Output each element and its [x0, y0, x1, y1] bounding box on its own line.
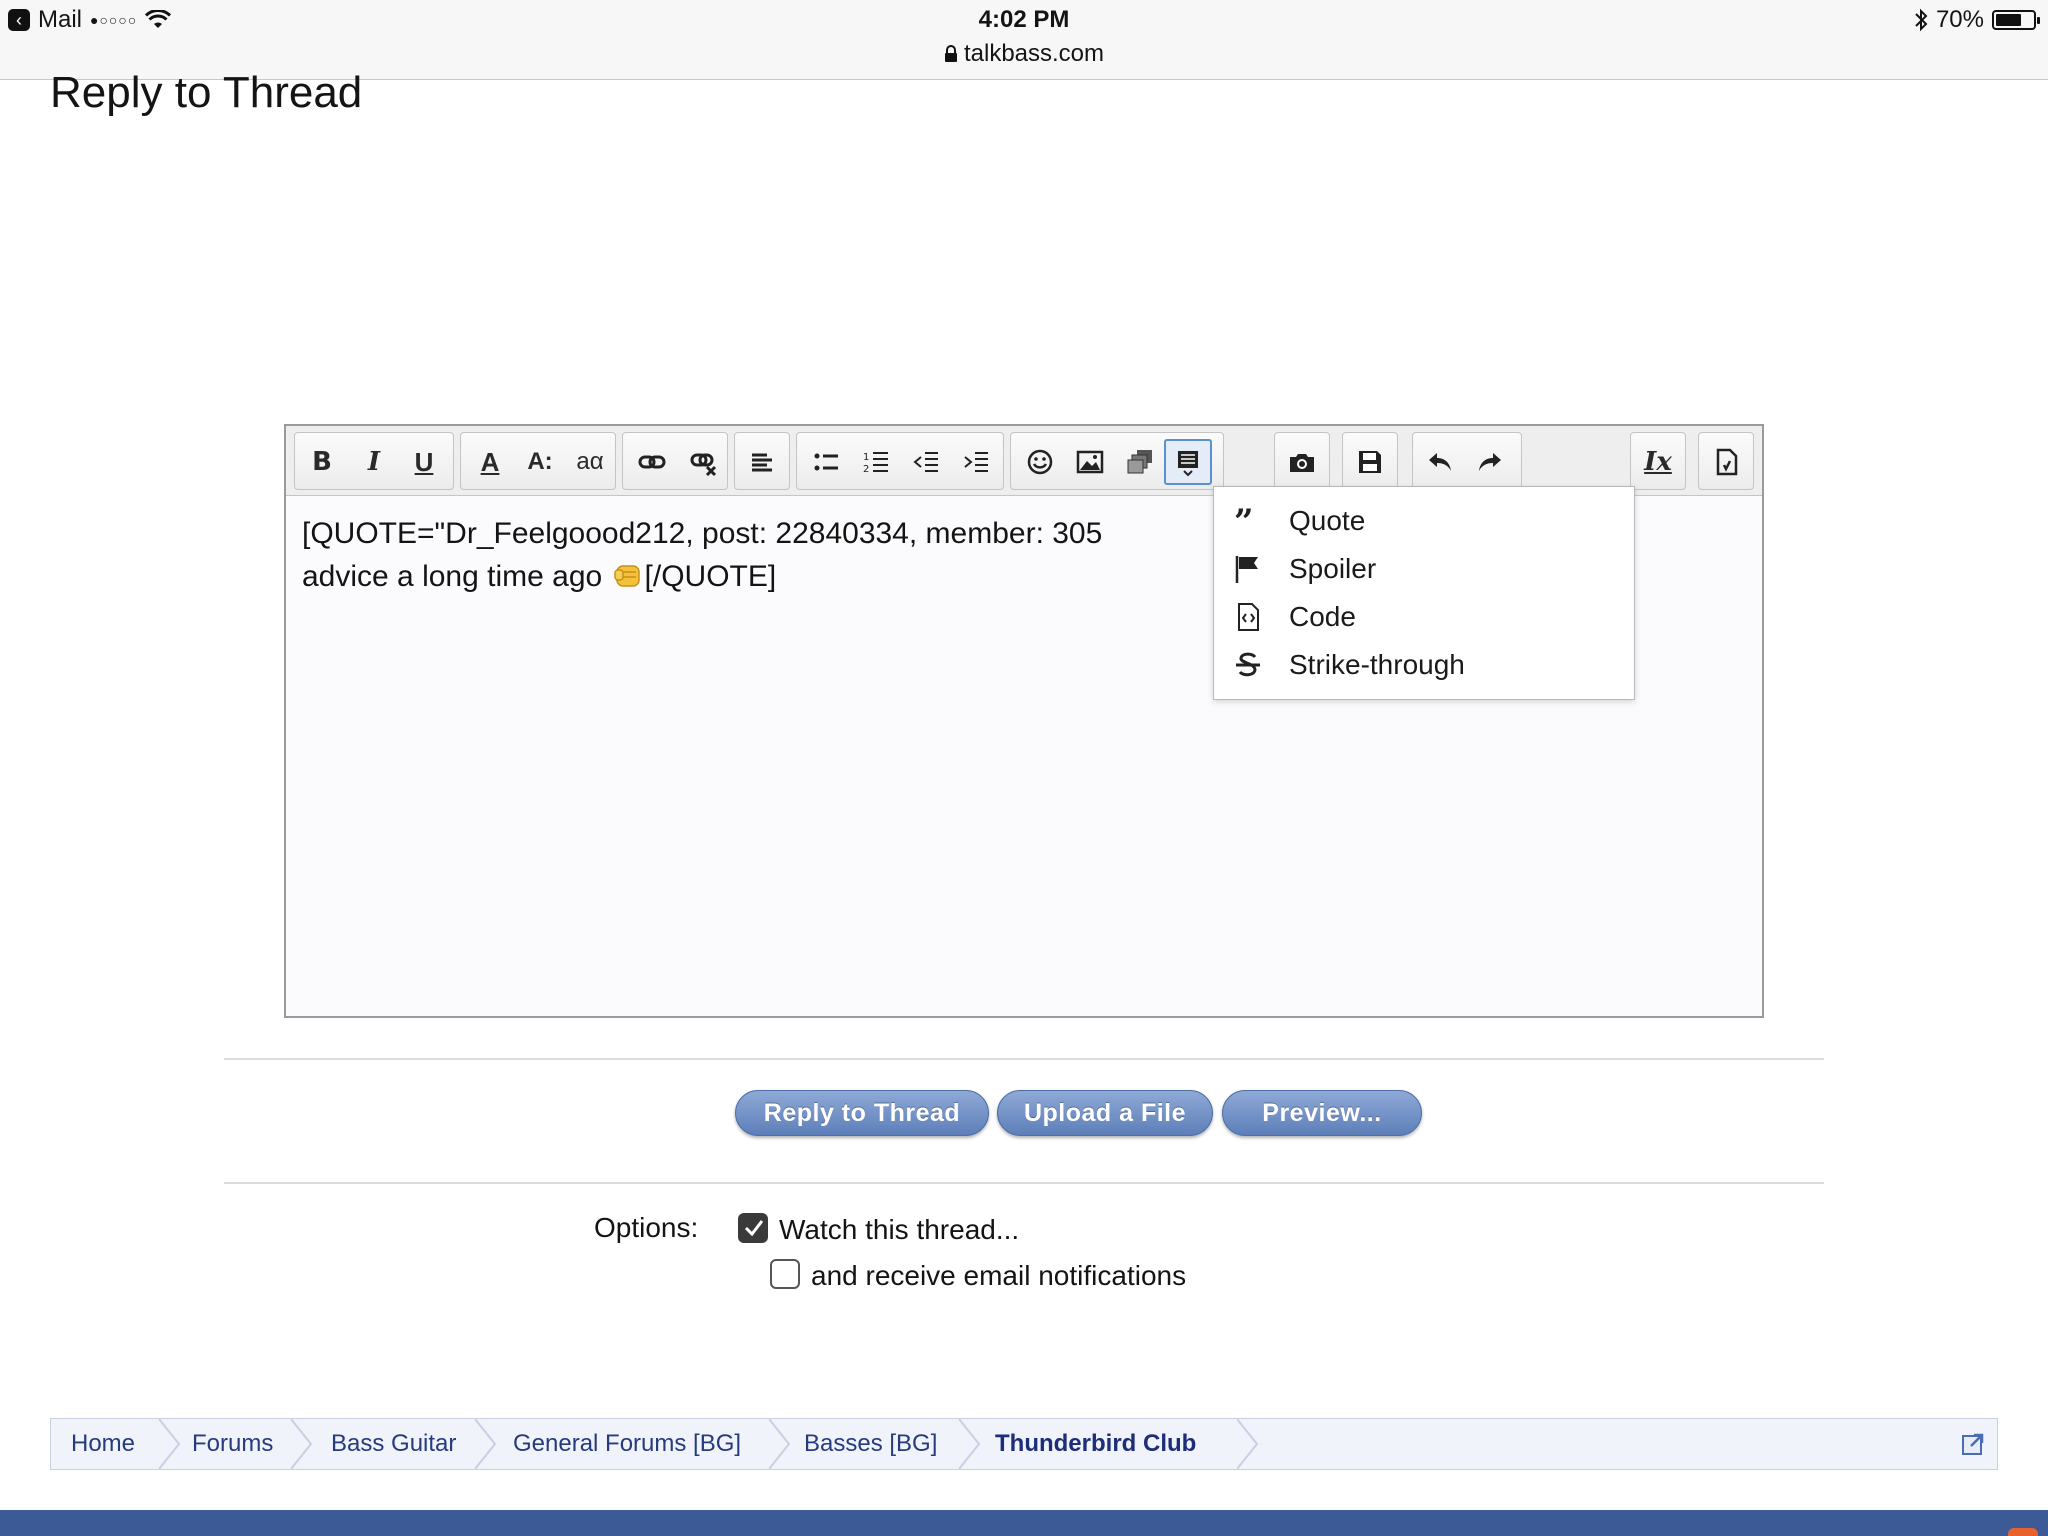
- numbered-list-icon: 12: [863, 452, 888, 475]
- italic-button[interactable]: I: [350, 439, 398, 485]
- svg-text:2: 2: [863, 464, 869, 475]
- redo-icon: [1479, 453, 1501, 471]
- page-title: Reply to Thread: [50, 68, 363, 117]
- footer-badge: [2008, 1528, 2038, 1536]
- menu-item-label: Strike-through: [1289, 649, 1465, 680]
- breadcrumb-forums[interactable]: Forums: [192, 1419, 273, 1469]
- media-icon: [1127, 450, 1152, 474]
- breadcrumb: Home Forums Bass Guitar General Forums […: [50, 1418, 1998, 1470]
- breadcrumb-separator: [475, 1419, 497, 1469]
- bluetooth-icon: [1915, 8, 1928, 32]
- menu-item-quote[interactable]: ” Quote: [1214, 497, 1634, 545]
- underline-button[interactable]: U: [400, 439, 448, 485]
- unlink-icon: [690, 453, 717, 477]
- link-icon: [638, 455, 666, 469]
- divider-top: [224, 1058, 1824, 1060]
- insert-menu-button[interactable]: [1164, 439, 1212, 485]
- external-link-icon[interactable]: [1961, 1432, 1985, 1456]
- options-label: Options:: [594, 1212, 699, 1243]
- menu-item-label: Quote: [1289, 505, 1366, 536]
- insert-menu-icon: [1178, 451, 1198, 477]
- remove-format-button[interactable]: Ix: [1634, 439, 1682, 485]
- numbered-list-button[interactable]: 12: [852, 439, 900, 485]
- breadcrumb-general-forums[interactable]: General Forums [BG]: [513, 1419, 741, 1469]
- menu-item-label: Spoiler: [1289, 553, 1377, 584]
- preview-button[interactable]: Preview...: [1222, 1090, 1422, 1136]
- smilies-button[interactable]: [1016, 439, 1064, 485]
- strikethrough-icon: [1232, 649, 1264, 681]
- breadcrumb-bass-guitar[interactable]: Bass Guitar: [331, 1419, 456, 1469]
- content-text-line2: advice a long time ago: [302, 560, 611, 593]
- content-text-end: [/QUOTE]: [644, 560, 777, 593]
- divider-bottom: [224, 1182, 1824, 1184]
- insert-dropdown-menu: ” Quote Spoiler Code Strike-through: [1213, 486, 1635, 700]
- indent-icon: [964, 452, 988, 472]
- quote-icon: ”: [1232, 505, 1264, 537]
- flag-icon: [1232, 553, 1264, 585]
- menu-item-spoiler[interactable]: Spoiler: [1214, 545, 1634, 593]
- breadcrumb-separator: [291, 1419, 313, 1469]
- svg-text:1: 1: [863, 452, 869, 463]
- email-notifications-checkbox[interactable]: [770, 1259, 800, 1289]
- image-icon: [1076, 450, 1104, 474]
- breadcrumb-thunderbird-club[interactable]: Thunderbird Club: [995, 1419, 1196, 1469]
- svg-text:”: ”: [1234, 505, 1254, 537]
- battery-level: [1996, 14, 2021, 26]
- bullet-list-icon: [814, 453, 838, 471]
- url-bar[interactable]: talkbass.com: [0, 40, 2048, 68]
- text-color-button[interactable]: A: [466, 439, 514, 485]
- clock: 4:02 PM: [978, 6, 1070, 33]
- align-button[interactable]: [738, 439, 786, 485]
- breadcrumb-home[interactable]: Home: [71, 1419, 135, 1469]
- watch-thread-label: Watch this thread...: [779, 1214, 1020, 1245]
- outdent-icon: [913, 452, 938, 472]
- upload-file-button[interactable]: Upload a File: [997, 1090, 1213, 1136]
- align-left-icon: [752, 453, 772, 472]
- media-button[interactable]: [1116, 439, 1164, 485]
- breadcrumb-separator: [959, 1419, 981, 1469]
- bbcode-mode-icon: [1716, 448, 1738, 476]
- font-size-button[interactable]: A:: [516, 439, 564, 485]
- camera-button[interactable]: [1278, 439, 1326, 485]
- menu-item-strikethrough[interactable]: Strike-through: [1214, 641, 1634, 689]
- battery-icon: [1992, 10, 2040, 30]
- toggle-bbcode-button[interactable]: [1702, 439, 1750, 485]
- image-button[interactable]: [1066, 439, 1114, 485]
- breadcrumb-separator: [769, 1419, 791, 1469]
- menu-item-code[interactable]: Code: [1214, 593, 1634, 641]
- breadcrumb-basses[interactable]: Basses [BG]: [804, 1419, 937, 1469]
- outdent-button[interactable]: [902, 439, 950, 485]
- indent-button[interactable]: [952, 439, 1000, 485]
- battery-percent: 70%: [1935, 6, 1984, 33]
- watch-thread-checkbox[interactable]: [738, 1213, 768, 1243]
- content-text-start: [QUOTE="Dr_Feelgoood212, post: 22840334,…: [302, 517, 1103, 550]
- email-notifications-label: and receive email notifications: [811, 1260, 1187, 1291]
- lock-icon: [944, 45, 957, 62]
- footer-bar: [0, 1510, 2048, 1536]
- checkmark-icon: [744, 1220, 764, 1237]
- code-icon: [1232, 601, 1264, 633]
- url-text: talkbass.com: [963, 40, 1105, 67]
- reply-to-thread-button[interactable]: Reply to Thread: [735, 1090, 989, 1136]
- menu-item-label: Code: [1289, 601, 1356, 632]
- camera-icon: [1290, 454, 1314, 472]
- unlink-button[interactable]: [680, 439, 728, 485]
- bullet-list-button[interactable]: [802, 439, 850, 485]
- undo-button[interactable]: [1416, 439, 1464, 485]
- status-right: 70%: [1914, 6, 2040, 34]
- breadcrumb-separator: [159, 1419, 181, 1469]
- save-draft-button[interactable]: [1346, 439, 1394, 485]
- undo-icon: [1429, 453, 1451, 471]
- redo-button[interactable]: [1466, 439, 1514, 485]
- smiley-icon: [1027, 449, 1053, 475]
- link-button[interactable]: [628, 439, 676, 485]
- save-icon: [1359, 451, 1381, 473]
- bold-button[interactable]: B: [298, 439, 346, 485]
- fist-emoji-icon: [613, 565, 640, 587]
- font-family-button[interactable]: aα: [566, 439, 614, 485]
- breadcrumb-separator: [1237, 1419, 1259, 1469]
